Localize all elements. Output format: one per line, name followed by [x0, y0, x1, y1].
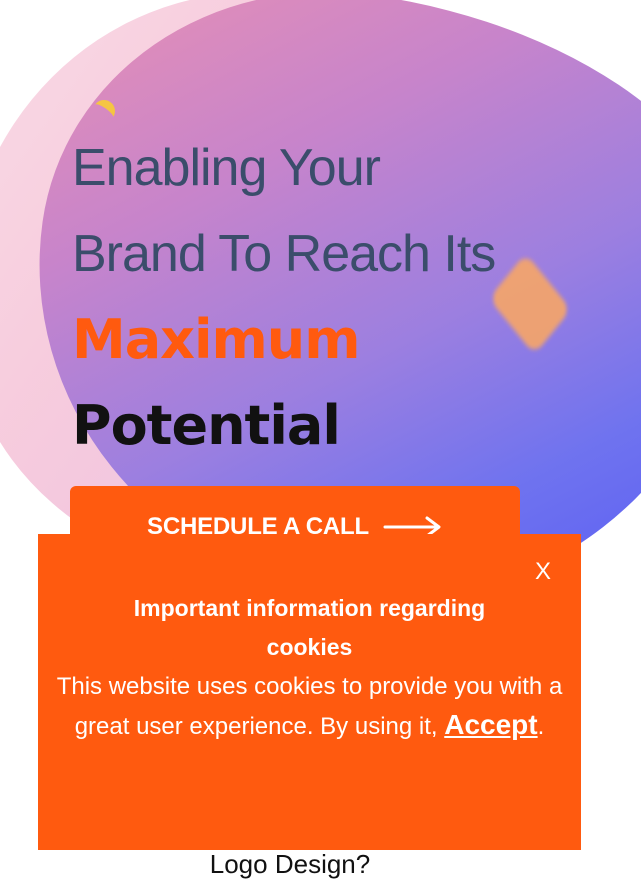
- headline-line-2: Brand To Reach Its: [72, 225, 496, 283]
- headline-strong-word: Potential: [72, 394, 341, 457]
- close-button[interactable]: X: [535, 558, 551, 586]
- section-heading-partial: Logo Design?: [209, 849, 371, 879]
- headline-line-1: Enabling Your: [72, 139, 381, 197]
- cookie-banner-body: This website uses cookies to provide you…: [38, 668, 581, 746]
- cookie-banner: X Important information regarding cookie…: [38, 534, 581, 850]
- cookie-banner-trailing: .: [537, 713, 545, 740]
- hero-headline: Enabling Your Brand To Reach Its Maximum…: [72, 125, 612, 469]
- cookie-banner-title: Important information regarding cookies: [133, 595, 486, 660]
- accept-link[interactable]: Accept: [444, 709, 537, 740]
- headline-accent-word: Maximum: [72, 308, 361, 371]
